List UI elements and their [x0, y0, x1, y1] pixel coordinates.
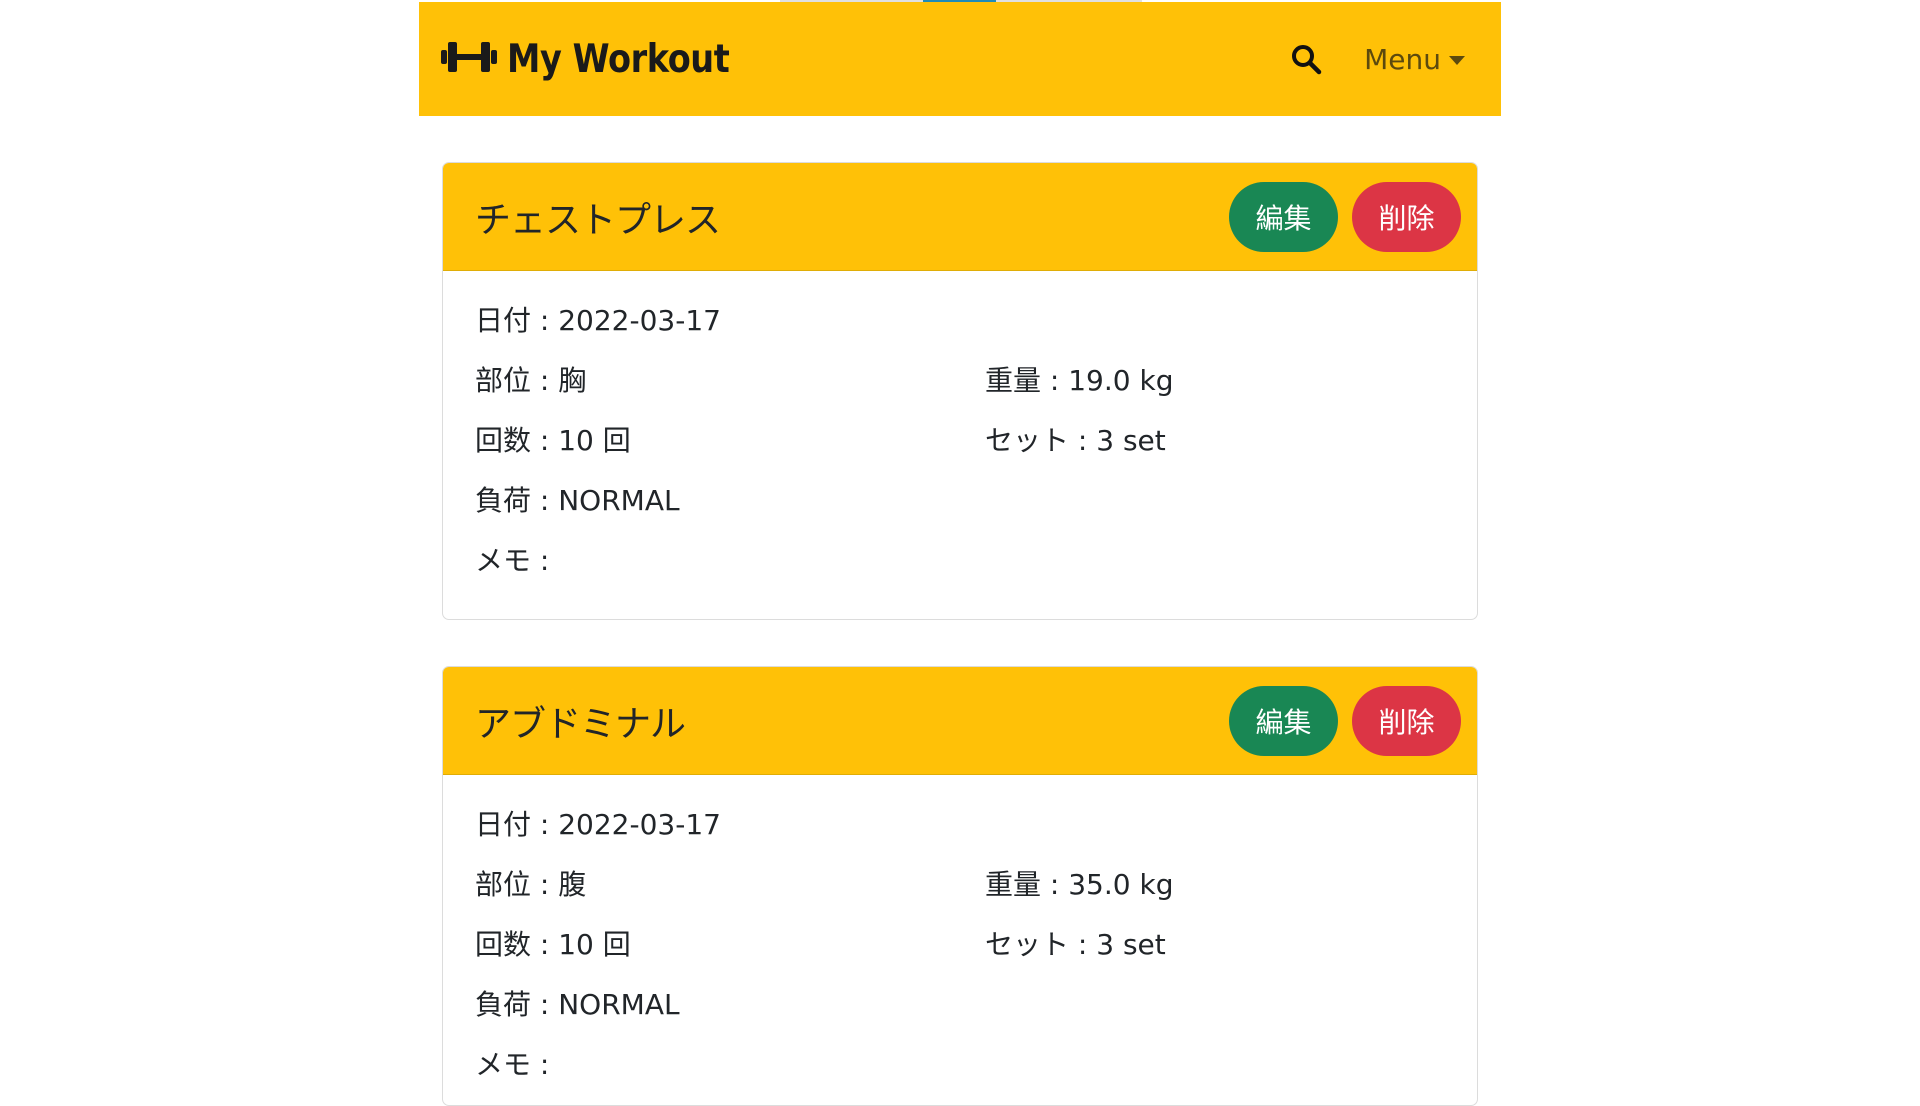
edit-button[interactable]: 編集	[1229, 685, 1338, 756]
detail-row: 部位 : 胸 重量 : 19.0 kg	[475, 349, 1445, 409]
menu-label: Menu	[1364, 42, 1441, 76]
brand-link[interactable]: My Workout	[441, 37, 766, 82]
search-icon[interactable]	[1290, 43, 1322, 75]
delete-button[interactable]: 削除	[1352, 685, 1461, 756]
caret-down-icon	[1449, 55, 1465, 65]
card-header: アブドミナル 編集 削除	[443, 667, 1477, 775]
load-text: 負荷 : NORMAL	[475, 988, 680, 1021]
memo-text: メモ :	[475, 1048, 550, 1081]
workout-card: チェストプレス 編集 削除 日付 : 2022-03-17 部位 : 胸 重量 …	[442, 162, 1478, 620]
exercise-title: チェストプレス	[475, 199, 721, 241]
detail-row: 負荷 : NORMAL	[475, 973, 1445, 1033]
delete-button[interactable]: 削除	[1352, 181, 1461, 252]
detail-row: メモ :	[475, 529, 1445, 589]
reps-text: 回数 : 10 回	[475, 424, 631, 457]
exercise-title: アブドミナル	[475, 703, 686, 745]
card-actions: 編集 削除	[1229, 685, 1461, 756]
detail-row: メモ :	[475, 1033, 1445, 1093]
date-text: 日付 : 2022-03-17	[475, 808, 721, 841]
card-body: 日付 : 2022-03-17 部位 : 腹 重量 : 35.0 kg 回数 :…	[443, 775, 1477, 1093]
navbar: My Workout Menu	[419, 2, 1501, 116]
reps-text: 回数 : 10 回	[475, 928, 631, 961]
sets-text: セット : 3 set	[985, 928, 1166, 961]
card-header: チェストプレス 編集 削除	[443, 163, 1477, 271]
app-frame: My Workout Menu チェストプレス 編集 削除 日付: 2022-…	[419, 0, 1501, 1106]
dumbbell-icon	[441, 37, 497, 81]
menu-dropdown-toggle[interactable]: Menu	[1364, 43, 1465, 76]
card-actions: 編集 削除	[1229, 181, 1461, 252]
memo-text: メモ :	[475, 544, 550, 577]
sets-text: セット : 3 set	[985, 424, 1166, 457]
weight-text: 重量 : 19.0 kg	[985, 364, 1174, 397]
card-body: 日付 : 2022-03-17 部位 : 胸 重量 : 19.0 kg 回数 :…	[443, 271, 1477, 589]
nav-right: Menu	[1290, 43, 1465, 76]
brand-title: My Workout	[507, 36, 730, 82]
edit-button[interactable]: 編集	[1229, 181, 1338, 252]
detail-row: 回数 : 10 回 セット : 3 set	[475, 913, 1445, 973]
detail-row: 日付 : 2022-03-17	[475, 289, 1445, 349]
date-text: 日付 : 2022-03-17	[475, 304, 721, 337]
detail-row: 日付 : 2022-03-17	[475, 793, 1445, 853]
load-text: 負荷 : NORMAL	[475, 484, 680, 517]
body-part-text: 部位 : 腹	[475, 868, 587, 901]
detail-row: 負荷 : NORMAL	[475, 469, 1445, 529]
workout-card: アブドミナル 編集 削除 日付 : 2022-03-17 部位 : 腹 重量 :…	[442, 666, 1478, 1106]
body-part-text: 部位 : 胸	[475, 364, 587, 397]
weight-text: 重量 : 35.0 kg	[985, 868, 1174, 901]
detail-row: 回数 : 10 回 セット : 3 set	[475, 409, 1445, 469]
detail-row: 部位 : 腹 重量 : 35.0 kg	[475, 853, 1445, 913]
